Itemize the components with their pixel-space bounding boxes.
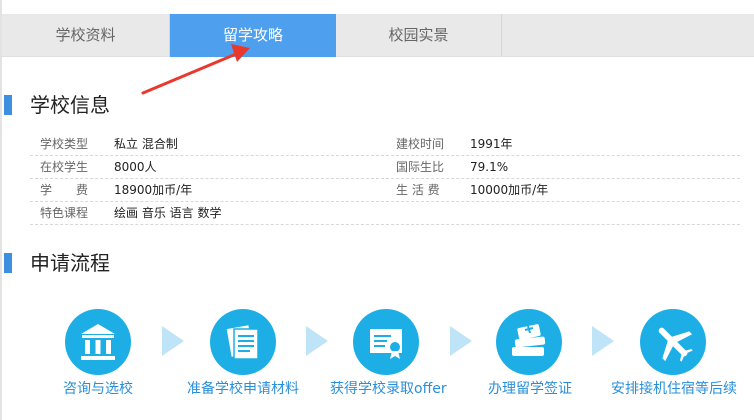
table-row: 学 费 18900加币/年 生 活 费 10000加币/年 [30, 179, 740, 202]
info-key: 建校时间 [396, 137, 445, 151]
step-arrow-icon [450, 326, 472, 356]
info-value: 8000人 [114, 160, 157, 174]
info-key: 国际生比 [396, 160, 445, 174]
certificate-icon[interactable] [353, 309, 419, 375]
passport-books-icon[interactable] [496, 309, 562, 375]
info-value: 私立 混合制 [114, 137, 178, 151]
info-value: 18900加币/年 [114, 183, 193, 197]
airplane-icon[interactable] [640, 309, 706, 375]
school-building-icon[interactable] [65, 309, 131, 375]
section-title: 学校信息 [30, 93, 110, 117]
section-marker [4, 95, 12, 115]
step-arrow-icon [592, 326, 614, 356]
info-key: 特色课程 [40, 206, 89, 220]
step-label: 安排接机住宿等后续 [611, 381, 737, 397]
step-arrow-icon [162, 326, 184, 356]
info-key: 在校学生 [40, 160, 89, 174]
info-key: 学校类型 [40, 137, 89, 151]
table-row: 学校类型 私立 混合制 建校时间 1991年 [30, 133, 740, 156]
info-value: 绘画 音乐 语言 数学 [114, 206, 222, 220]
documents-icon[interactable] [210, 309, 276, 375]
step-label: 办理留学签证 [488, 381, 572, 397]
school-info-table: 学校类型 私立 混合制 建校时间 1991年 在校学生 8000人 国际生比 7… [30, 133, 740, 225]
section-marker [4, 253, 12, 273]
step-arrow-icon [306, 326, 328, 356]
table-row: 在校学生 8000人 国际生比 79.1% [30, 156, 740, 179]
info-key: 生 活 费 [396, 183, 440, 197]
info-key: 学 费 [40, 183, 89, 197]
step-label: 咨询与选校 [63, 381, 133, 397]
step-label: 获得学校录取offer [330, 381, 447, 397]
info-value: 79.1% [470, 160, 509, 174]
table-row: 特色课程 绘画 音乐 语言 数学 [30, 202, 740, 225]
section-title: 申请流程 [30, 251, 110, 275]
step-label: 准备学校申请材料 [187, 381, 299, 397]
info-value: 1991年 [470, 137, 513, 151]
info-value: 10000加币/年 [470, 183, 549, 197]
